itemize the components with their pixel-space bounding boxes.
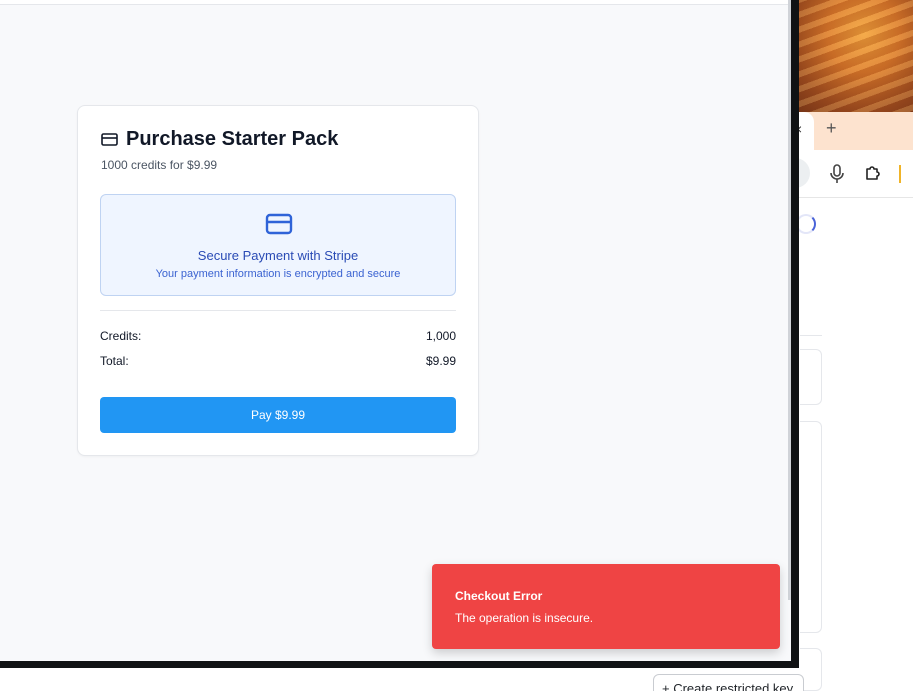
wallpaper-sky	[790, 0, 913, 112]
loading-spinner-icon	[796, 214, 816, 234]
secure-payment-notice: Secure Payment with Stripe Your payment …	[100, 194, 456, 296]
microphone-icon[interactable]	[829, 163, 845, 185]
app-header-bar	[0, 0, 791, 5]
credits-label: Credits:	[100, 329, 142, 343]
credits-value: 1,000	[425, 329, 456, 343]
new-tab-button[interactable]: +	[826, 118, 837, 139]
scrollbar[interactable]	[788, 0, 791, 600]
background-panel	[800, 421, 822, 633]
secure-payment-title: Secure Payment with Stripe	[197, 248, 359, 263]
total-label: Total:	[100, 354, 129, 368]
card-subtitle: 1000 credits for $9.99	[101, 158, 218, 172]
app-window: Purchase Starter Pack 1000 credits for $…	[0, 0, 799, 668]
extension-puzzle-icon[interactable]	[864, 164, 882, 182]
content-divider	[800, 335, 822, 336]
purchase-card: Purchase Starter Pack 1000 credits for $…	[77, 105, 479, 456]
toolbar-divider	[899, 165, 901, 183]
card-title: Purchase Starter Pack	[126, 128, 339, 150]
credit-card-icon	[265, 213, 293, 235]
card-header: Purchase Starter Pack	[101, 128, 338, 151]
divider	[100, 310, 456, 311]
credit-card-icon	[101, 133, 118, 146]
app-content: Purchase Starter Pack 1000 credits for $…	[0, 0, 791, 661]
toast-title: Checkout Error	[455, 589, 543, 603]
credits-row: Credits: 1,000	[100, 329, 456, 343]
checkout-error-toast[interactable]: Checkout Error The operation is insecure…	[432, 564, 780, 649]
total-row: Total: $9.99	[100, 354, 456, 368]
toast-message: The operation is insecure.	[455, 611, 594, 625]
secure-payment-subtitle: Your payment information is encrypted an…	[155, 268, 401, 280]
create-restricted-key-button[interactable]: + Create restricted key	[653, 674, 804, 691]
total-value: $9.99	[425, 354, 456, 368]
pay-button[interactable]: Pay $9.99	[100, 397, 456, 433]
background-panel	[800, 349, 822, 405]
